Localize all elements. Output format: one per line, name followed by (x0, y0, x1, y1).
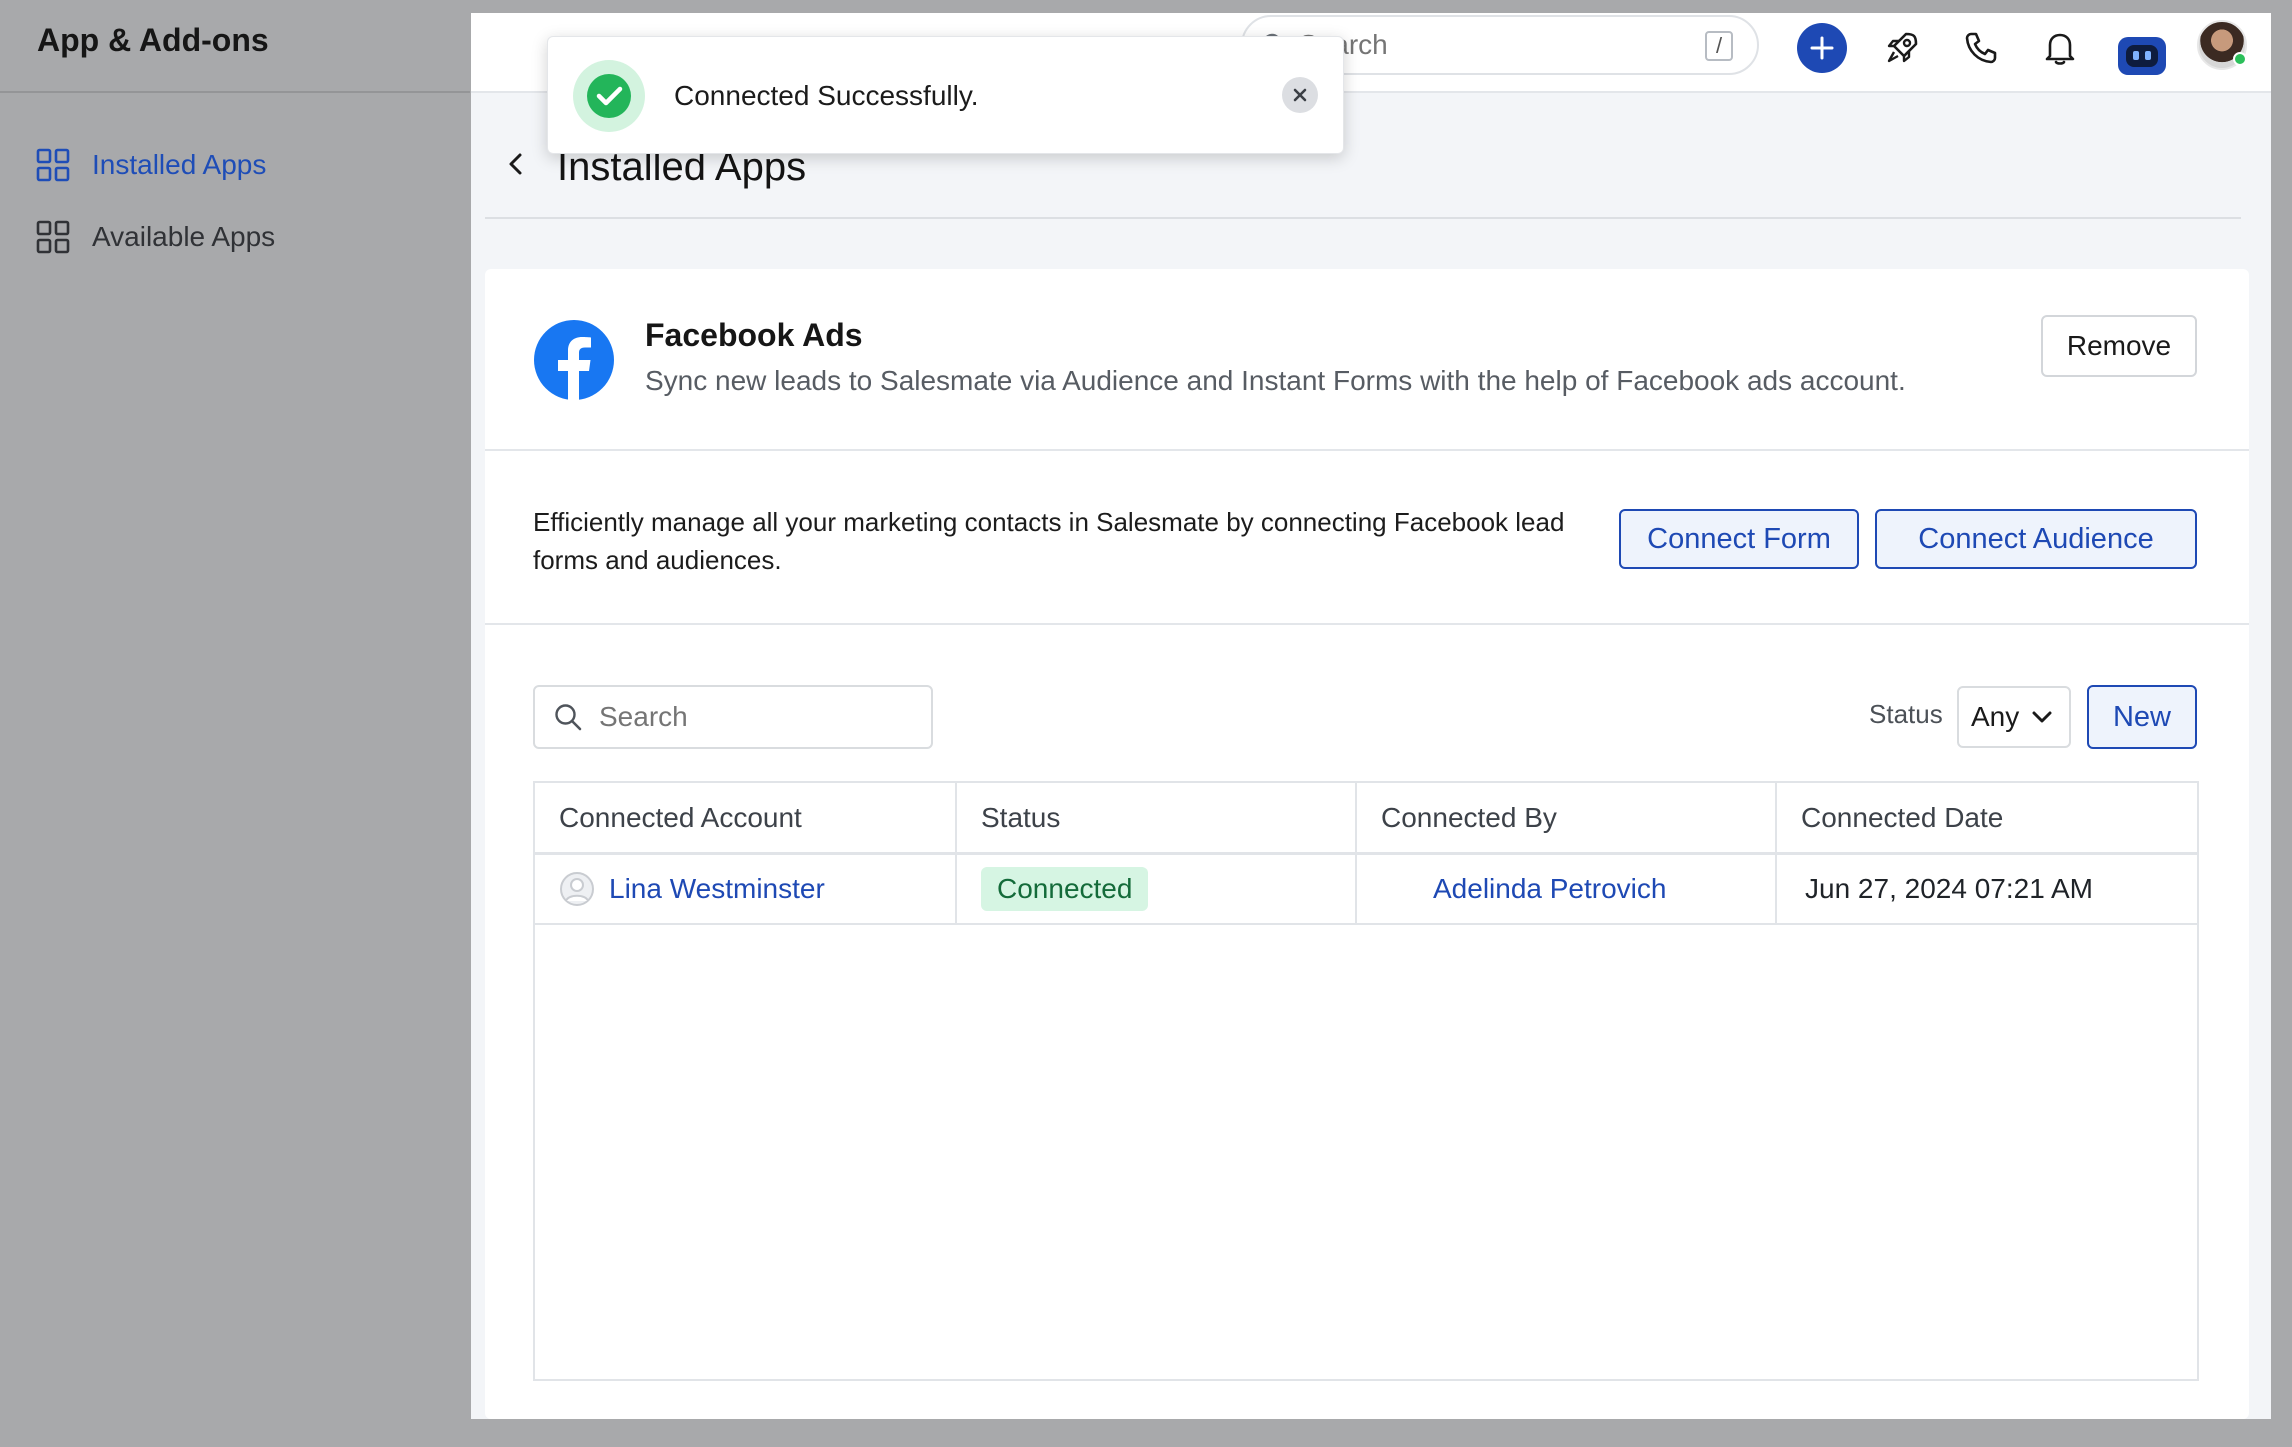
sidebar-item-label: Installed Apps (92, 149, 267, 180)
column-header[interactable]: Status (957, 783, 1357, 852)
chevron-down-icon (2032, 711, 2052, 723)
column-header[interactable]: Connected Account (535, 783, 957, 852)
sidebar-item-installed-apps[interactable]: Installed Apps (36, 148, 266, 182)
connect-info-text: Efficiently manage all your marketing co… (533, 507, 1565, 575)
add-button[interactable] (1797, 23, 1847, 73)
bell-icon (2045, 33, 2075, 65)
status-badge: Connected (981, 867, 1149, 911)
phone-button[interactable] (1956, 23, 2006, 73)
table-row: Lina Westminster Connected Adelinda Petr… (535, 855, 2197, 925)
connect-form-button[interactable]: Connect Form (1619, 509, 1859, 569)
left-divider (0, 91, 470, 93)
notifications-button[interactable] (2035, 23, 2085, 73)
sidebar-item-available-apps[interactable]: Available Apps (36, 220, 275, 254)
account-cell: Lina Westminster (535, 855, 957, 923)
app-detail-card: Facebook Ads Sync new leads to Salesmate… (485, 269, 2249, 1419)
bot-icon (2126, 45, 2158, 67)
column-header[interactable]: Connected Date (1777, 783, 2197, 852)
toast-message: Connected Successfully. (674, 80, 979, 111)
plus-icon (1810, 36, 1834, 60)
table-header: Connected Account Status Connected By Co… (535, 783, 2197, 855)
accounts-search[interactable] (533, 685, 933, 749)
rocket-button[interactable] (1877, 23, 1927, 73)
connected-date-cell: Jun 27, 2024 07:21 AM (1777, 855, 2197, 923)
user-placeholder-icon (560, 872, 594, 906)
search-icon (555, 704, 582, 731)
status-filter-label: Status (1869, 699, 1943, 729)
success-toast: Connected Successfully. (547, 36, 1344, 154)
main-panel: / (471, 13, 2271, 1419)
check-circle-icon (573, 60, 645, 132)
toast-close-button[interactable] (1282, 77, 1318, 113)
connected-by-cell: Adelinda Petrovich (1357, 855, 1777, 923)
shortcut-key: / (1705, 31, 1733, 61)
page-section-title: App & Add-ons (37, 22, 269, 58)
remove-button[interactable]: Remove (2041, 315, 2197, 377)
new-connection-button[interactable]: New (2087, 685, 2197, 749)
status-filter-select[interactable]: Any (1957, 686, 2071, 748)
accounts-search-input[interactable] (599, 701, 919, 733)
phone-icon (1965, 32, 1997, 64)
global-search-input[interactable] (1299, 29, 1699, 61)
grid-icon (36, 220, 70, 254)
sidebar-item-label: Available Apps (92, 221, 276, 252)
app-summary: Facebook Ads Sync new leads to Salesmate… (485, 269, 2249, 451)
rocket-icon (1887, 32, 1918, 63)
connected-accounts-table: Connected Account Status Connected By Co… (533, 781, 2199, 1381)
grid-icon (36, 148, 70, 182)
assistant-button[interactable] (2118, 37, 2166, 75)
app-description: Sync new leads to Salesmate via Audience… (645, 365, 1906, 396)
connected-date: Jun 27, 2024 07:21 AM (1805, 873, 2093, 904)
connected-by-link[interactable]: Adelinda Petrovich (1433, 873, 1666, 905)
online-status-dot (2233, 52, 2247, 66)
status-cell: Connected (957, 855, 1357, 923)
back-arrow-icon[interactable] (501, 149, 531, 179)
close-icon (1293, 88, 1307, 102)
account-link[interactable]: Lina Westminster (609, 873, 825, 905)
status-filter-value: Any (1971, 701, 2020, 732)
column-header[interactable]: Connected By (1357, 783, 1777, 852)
user-avatar[interactable] (2197, 20, 2247, 70)
app-name: Facebook Ads (645, 317, 863, 353)
connect-section: Efficiently manage all your marketing co… (485, 451, 2249, 625)
connect-audience-button[interactable]: Connect Audience (1875, 509, 2197, 569)
facebook-logo-icon (534, 320, 614, 401)
